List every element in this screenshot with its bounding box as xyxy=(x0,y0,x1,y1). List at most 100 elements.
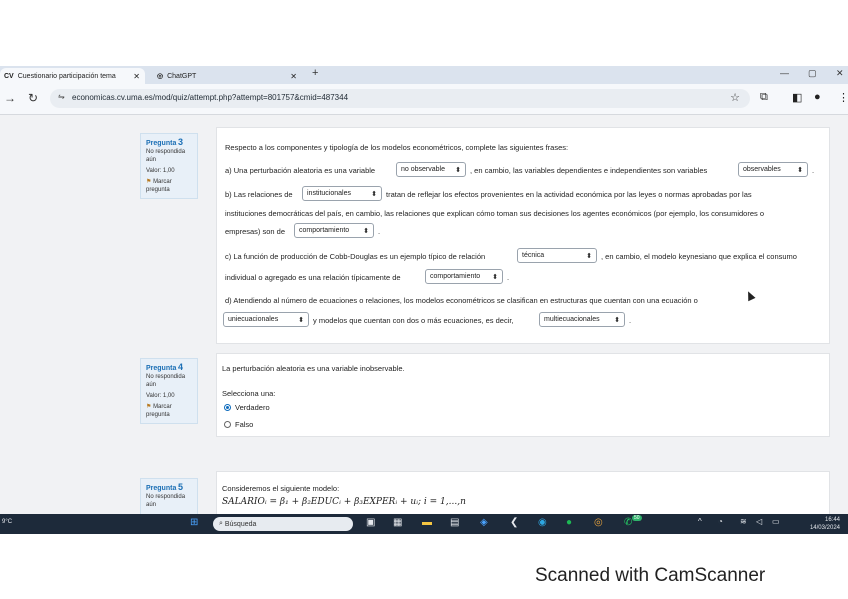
tab-label: Cuestionario participación tema xyxy=(17,72,116,80)
select-value: multiecuacionales xyxy=(544,316,600,323)
question-score: Valor: 1,00 xyxy=(146,168,175,174)
site-info-icon[interactable]: ⇋ xyxy=(58,92,65,101)
chrome-icon[interactable]: ◎ xyxy=(594,517,603,528)
select-d1[interactable]: uniecuacionales ⬍ xyxy=(223,312,309,327)
close-window-icon[interactable]: ✕ xyxy=(836,68,844,79)
select-value: comportamiento xyxy=(430,273,481,280)
question-status: No respondida aún xyxy=(146,374,186,388)
battery-icon[interactable]: ▭ xyxy=(772,517,780,526)
clock-date: 14/03/2024 xyxy=(809,525,840,531)
chevron-updown-icon: ⬍ xyxy=(797,166,803,174)
q5-statement: Consideremos el siguiente modelo: xyxy=(222,484,340,493)
app-icon[interactable]: ◈ xyxy=(480,517,488,528)
tab-bar: CV Cuestionario participación tema ✕ ◎ C… xyxy=(0,66,848,84)
store-icon[interactable]: ▤ xyxy=(450,517,459,528)
q3-d-text-2: y modelos que cuentan con dos o más ecua… xyxy=(313,316,514,325)
quiz-page: Pregunta 3 No respondida aún Valor: 1,00… xyxy=(0,115,848,523)
tab-label: ChatGPT xyxy=(167,72,197,80)
tab-chatgpt[interactable]: ◎ ChatGPT ✕ xyxy=(152,68,302,84)
chevron-updown-icon: ⬍ xyxy=(363,227,369,235)
question-number: 5 xyxy=(178,482,184,492)
address-bar[interactable]: ⇋ economicas.cv.uma.es/mod/quiz/attempt.… xyxy=(50,89,750,108)
chevron-updown-icon: ⬍ xyxy=(298,316,304,324)
sidebar-icon[interactable]: ◧ xyxy=(792,91,802,104)
search-placeholder: Búsqueda xyxy=(224,520,257,528)
select-value: comportamiento xyxy=(299,227,350,234)
flag-icon: ⚑ xyxy=(146,179,152,185)
question-3-info: Pregunta 3 No respondida aún Valor: 1,00… xyxy=(140,133,198,199)
question-number: 4 xyxy=(178,362,184,372)
q3-d-text-1: d) Atendiendo al número de ecuaciones o … xyxy=(225,296,698,305)
taskbar-clock[interactable]: 16:44 14/03/2024 xyxy=(810,516,840,532)
task-view-icon[interactable]: ▣ xyxy=(366,517,375,528)
q4-prompt: Selecciona una: xyxy=(222,389,276,398)
select-d2[interactable]: multiecuacionales ⬍ xyxy=(539,312,625,327)
new-tab-icon[interactable]: + xyxy=(312,67,318,79)
tab-cuestionario[interactable]: CV Cuestionario participación tema ✕ xyxy=(0,68,145,84)
volume-icon[interactable]: ◁ xyxy=(756,517,762,526)
extensions-icon[interactable]: ⧉ xyxy=(760,91,768,104)
spotify-icon[interactable]: ● xyxy=(566,517,572,528)
taskbar-search[interactable]: ⌕ Búsqueda xyxy=(213,517,353,531)
url-text: economicas.cv.uma.es/mod/quiz/attempt.ph… xyxy=(72,93,349,102)
bookmark-star-icon[interactable]: ☆ xyxy=(730,91,740,104)
minimize-icon[interactable]: — xyxy=(780,68,789,78)
q3-c-text-1: c) La función de producción de Cobb-Doug… xyxy=(225,252,486,261)
q5-formula: SALARIOᵢ = β₁ + β₂EDUCᵢ + β₃EXPERᵢ + uᵢ;… xyxy=(222,497,466,507)
windows-taskbar: 9°C ⊞ ⌕ Búsqueda ▣ ▦ ▬ ▤ ◈ ❮ ◉ ● ◎ ✆ 50 … xyxy=(0,514,848,534)
close-icon[interactable]: ✕ xyxy=(133,72,140,81)
chevron-updown-icon: ⬍ xyxy=(371,190,377,198)
q3-d-text-3: . xyxy=(629,316,632,325)
teams-icon[interactable]: ▦ xyxy=(393,517,402,528)
q3-c-text-2: , en cambio, el modelo keynesiano que ex… xyxy=(601,252,797,261)
restore-icon[interactable]: ▢ xyxy=(808,68,817,79)
question-5-info: Pregunta 5 No respondida aún xyxy=(140,478,198,518)
radio-verdadero[interactable]: Verdadero xyxy=(224,403,270,412)
menu-icon[interactable]: ⋮ xyxy=(838,91,848,104)
select-value: observables xyxy=(743,166,781,173)
chevron-up-icon[interactable]: ^ xyxy=(698,517,702,526)
close-icon[interactable]: ✕ xyxy=(290,72,297,81)
radio-falso[interactable]: Falso xyxy=(224,420,253,429)
select-value: institucionales xyxy=(307,190,351,197)
q3-c-text-3: individual o agregado es una relación tí… xyxy=(225,273,401,282)
select-c1[interactable]: técnica ⬍ xyxy=(517,248,597,263)
question-label: Pregunta xyxy=(146,140,177,147)
chevron-updown-icon: ⬍ xyxy=(586,252,592,260)
q3-b-text-3: instituciones democráticas del país, en … xyxy=(225,209,765,218)
flag-icon: ⚑ xyxy=(146,404,152,410)
radio-empty-icon xyxy=(224,421,231,428)
weather-temp[interactable]: 9°C xyxy=(2,519,12,525)
chevron-updown-icon: ⬍ xyxy=(455,166,461,174)
select-value: uniecuacionales xyxy=(228,316,279,323)
select-a1[interactable]: no observable ⬍ xyxy=(396,162,466,177)
notification-badge: 50 xyxy=(632,515,642,521)
profile-avatar-icon[interactable]: ● xyxy=(814,91,821,103)
q3-intro: Respecto a los componentes y tipología d… xyxy=(225,143,569,152)
flag-question-link[interactable]: ⚑ Marcar pregunta xyxy=(146,403,192,419)
select-c2[interactable]: comportamiento ⬍ xyxy=(425,269,503,284)
file-explorer-icon[interactable]: ▬ xyxy=(422,517,432,528)
select-b1[interactable]: institucionales ⬍ xyxy=(302,186,382,201)
q3-b-text-4: empresas) son de xyxy=(225,227,286,236)
vscode-icon[interactable]: ❮ xyxy=(510,517,518,528)
campus-virtual-icon: CV xyxy=(4,72,14,80)
question-label: Pregunta xyxy=(146,365,177,372)
edge-icon[interactable]: ◉ xyxy=(538,517,547,528)
select-b2[interactable]: comportamiento ⬍ xyxy=(294,223,374,238)
q3-a-text-3: . xyxy=(812,166,815,175)
question-score: Valor: 1,00 xyxy=(146,393,175,399)
question-number: 3 xyxy=(178,137,184,147)
clock-time: 16:44 xyxy=(824,517,840,523)
select-a2[interactable]: observables ⬍ xyxy=(738,162,808,177)
question-status: No respondida aún xyxy=(146,494,186,508)
chevron-updown-icon: ⬍ xyxy=(614,316,620,324)
windows-start-icon[interactable]: ⊞ xyxy=(190,517,198,528)
network-icon[interactable]: ◔ xyxy=(718,517,723,526)
forward-icon[interactable]: → xyxy=(4,91,16,105)
q3-b-text-5: . xyxy=(378,227,381,236)
wifi-icon[interactable]: ≋ xyxy=(740,517,747,526)
reload-icon[interactable]: ↻ xyxy=(28,91,38,105)
q3-a-text-1: a) Una perturbación aleatoria es una var… xyxy=(225,166,376,175)
flag-question-link[interactable]: ⚑ Marcar pregunta xyxy=(146,178,192,194)
